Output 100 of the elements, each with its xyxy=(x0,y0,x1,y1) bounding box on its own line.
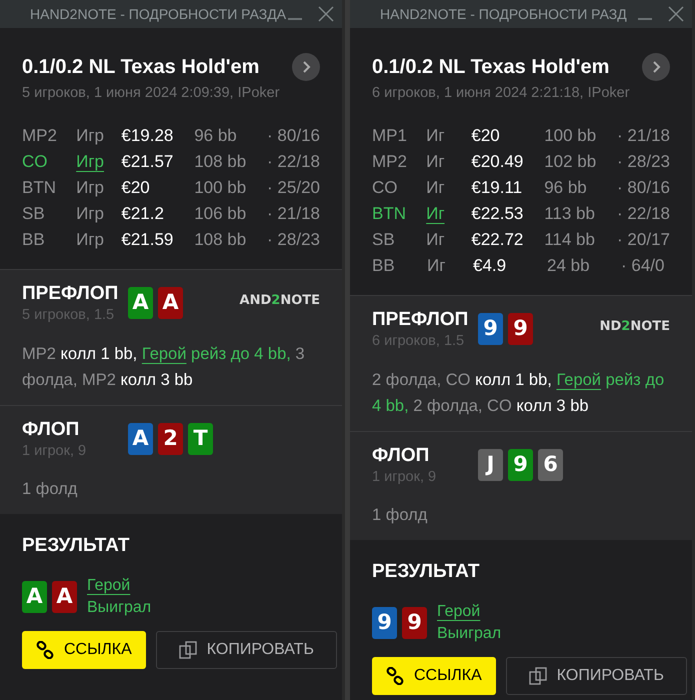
player-position: BTN xyxy=(22,177,57,199)
playing-card: A xyxy=(158,286,183,319)
street-title: ФЛОП xyxy=(372,444,430,466)
playing-card: A xyxy=(128,286,153,319)
player-stack: €20 xyxy=(121,177,151,199)
result-outcome: Выиграл xyxy=(87,598,152,618)
player-bb: 96 bb xyxy=(194,125,238,147)
player-name[interactable]: Иг xyxy=(426,126,445,145)
playing-card: 9 xyxy=(508,448,533,480)
chevron-right-icon xyxy=(651,61,661,73)
player-stats: · 28/23 xyxy=(267,229,320,251)
playing-card: 9 xyxy=(402,606,427,639)
chain-link-icon xyxy=(386,666,404,685)
player-stats: · 22/18 xyxy=(267,151,320,173)
player-bb: 113 bb xyxy=(544,203,596,225)
result-title: РЕЗУЛЬТАТ xyxy=(22,534,130,558)
playing-card: A xyxy=(22,580,47,613)
player-bb: 96 bb xyxy=(544,177,588,199)
player-stats: · 80/16 xyxy=(617,177,670,199)
hand-subtitle: 5 игроков, 1 июня 2024 2:09:39, IPoker xyxy=(22,84,281,103)
player-stack: €19.28 xyxy=(121,125,174,147)
player-position: CO xyxy=(372,177,398,199)
player-bb: 100 bb xyxy=(194,177,248,199)
playing-card: A xyxy=(52,580,77,613)
player-bb: 108 bb xyxy=(194,151,248,173)
player-position: SB xyxy=(372,229,396,251)
player-stats: · 25/20 xyxy=(267,177,320,199)
player-position: SB xyxy=(22,203,46,225)
player-bb: 100 bb xyxy=(544,125,598,147)
player-stack: €20 xyxy=(471,125,501,147)
player-name[interactable]: Игр xyxy=(76,204,104,223)
playing-card: 9 xyxy=(372,606,397,639)
playing-card: 9 xyxy=(508,312,533,345)
chain-link-icon xyxy=(36,640,54,659)
player-name[interactable]: Иг xyxy=(426,178,445,197)
close-icon[interactable] xyxy=(668,6,684,22)
hero-link[interactable]: Герой xyxy=(87,574,152,597)
window-title: HAND2NOTE - ПОДРОБНОСТИ РАЗД xyxy=(380,4,628,24)
player-position: MP2 xyxy=(372,151,408,173)
link-button[interactable]: ССЫЛКА xyxy=(372,656,496,695)
player-stats: · 22/18 xyxy=(617,203,670,225)
hand-title: 0.1/0.2 NL Texas Hold'em xyxy=(372,55,610,80)
player-name[interactable]: Иг xyxy=(427,256,446,275)
player-bb: 114 bb xyxy=(544,229,596,251)
player-stats: · 64/0 xyxy=(621,255,664,277)
link-button[interactable]: ССЫЛКА xyxy=(22,630,146,669)
playing-card: A xyxy=(128,422,153,454)
window-title: HAND2NOTE - ПОДРОБНОСТИ РАЗДА xyxy=(30,4,288,24)
hand-title: 0.1/0.2 NL Texas Hold'em xyxy=(22,55,260,80)
player-stats: · 21/18 xyxy=(267,203,320,225)
copy-button[interactable]: КОПИРОВАТЬ xyxy=(156,630,337,669)
playing-card: 9 xyxy=(478,312,503,345)
player-name[interactable]: Игр xyxy=(76,178,104,197)
copy-button[interactable]: КОПИРОВАТЬ xyxy=(506,656,687,695)
street-title: ПРЕФЛОП xyxy=(22,282,120,305)
street-title: ФЛОП xyxy=(22,418,80,440)
player-position: MP2 xyxy=(22,125,58,147)
close-icon[interactable] xyxy=(318,6,334,22)
player-stack: €20.49 xyxy=(471,151,524,173)
player-stack: €21.59 xyxy=(121,229,174,251)
next-button[interactable] xyxy=(642,53,670,81)
player-name[interactable]: Иг xyxy=(426,152,445,171)
playing-card: 2 xyxy=(158,422,183,454)
player-name[interactable]: Иг xyxy=(426,230,445,249)
street-actions: MP2 колл 1 bb, Герой рейз до 4 bb, 3 фолда, MP2 колл 3 bb xyxy=(22,344,306,390)
street-actions: 2 фолда, CO колл 1 bb, Герой рейз до 4 bb, 2 фолда, CO колл 3 bb xyxy=(372,370,666,416)
player-stack: €19.11 xyxy=(471,177,524,199)
player-stats: · 28/23 xyxy=(617,151,670,173)
logo: ND2NOTE xyxy=(600,318,670,336)
street-title: ПРЕФЛОП xyxy=(372,308,470,331)
player-bb: 102 bb xyxy=(544,151,598,173)
player-stack: €22.72 xyxy=(471,229,524,251)
player-bb: 106 bb xyxy=(194,203,248,225)
player-stats: · 21/18 xyxy=(617,125,670,147)
result-outcome: Выиграл xyxy=(437,624,502,644)
playing-card: J xyxy=(478,448,503,480)
result-title: РЕЗУЛЬТАТ xyxy=(372,560,480,584)
street-actions: 1 фолд xyxy=(372,505,428,526)
player-name[interactable]: Игр xyxy=(76,152,104,171)
player-position: CO xyxy=(22,151,48,173)
street-actions: 1 фолд xyxy=(22,479,78,500)
player-stats: · 20/17 xyxy=(617,229,670,251)
playing-card: 6 xyxy=(538,448,563,480)
player-name[interactable]: Игр xyxy=(76,230,104,249)
player-stack: €4.9 xyxy=(473,255,508,277)
player-stats: · 80/16 xyxy=(267,125,320,147)
player-name[interactable]: Иг xyxy=(426,204,445,223)
player-stack: €21.57 xyxy=(121,151,174,173)
hero-link[interactable]: Герой xyxy=(437,600,502,623)
next-button[interactable] xyxy=(292,53,320,81)
playing-card: T xyxy=(188,422,213,454)
player-stack: €22.53 xyxy=(471,203,524,225)
player-position: BB xyxy=(372,255,396,277)
chevron-right-icon xyxy=(301,61,311,73)
player-name[interactable]: Игр xyxy=(76,126,104,145)
copy-icon xyxy=(178,640,197,659)
player-position: BB xyxy=(22,229,46,251)
hand-subtitle: 6 игроков, 1 июня 2024 2:21:18, IPoker xyxy=(372,84,631,103)
player-position: BTN xyxy=(372,203,407,225)
player-bb: 108 bb xyxy=(194,229,248,251)
